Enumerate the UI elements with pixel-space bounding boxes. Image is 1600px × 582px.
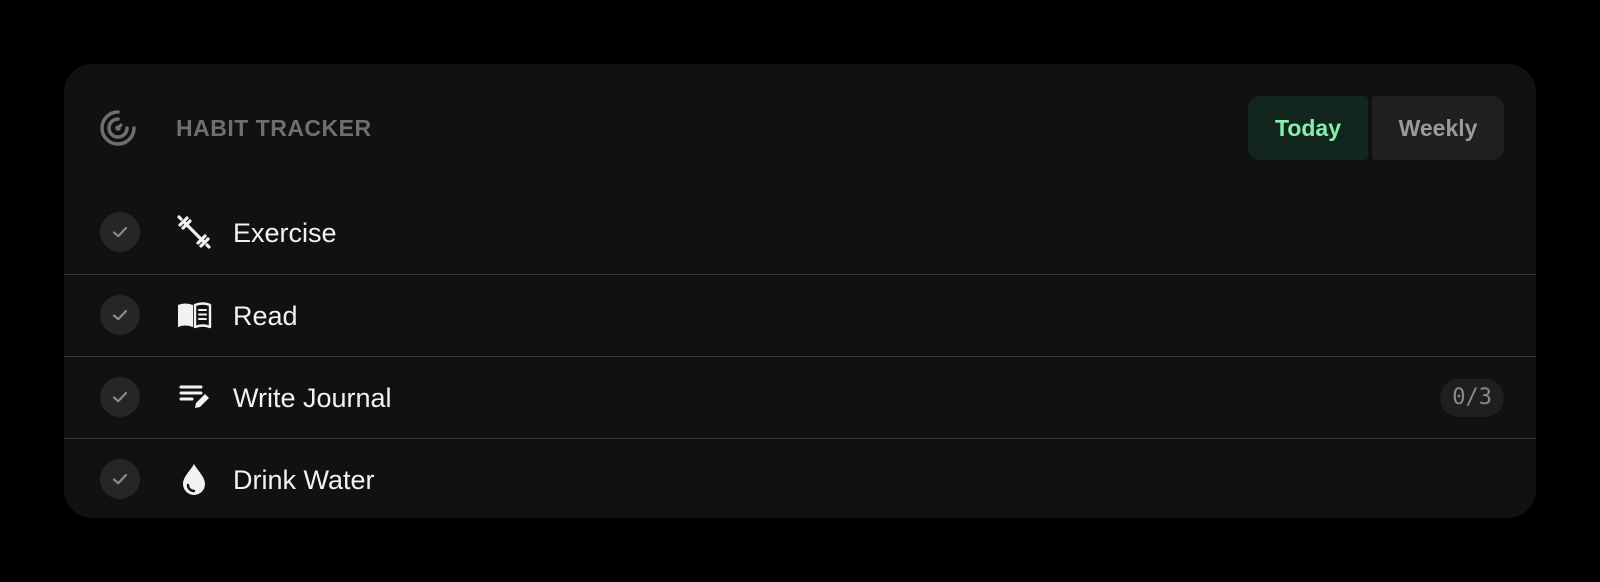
habit-row-exercise[interactable]: Exercise (64, 192, 1536, 274)
habit-label: Drink Water (233, 465, 375, 495)
check-icon (112, 473, 128, 485)
habit-check-button[interactable] (100, 212, 140, 252)
page-title: HABIT TRACKER (176, 115, 372, 141)
check-icon (112, 391, 128, 403)
tab-weekly[interactable]: Weekly (1372, 96, 1504, 160)
habit-label: Read (233, 301, 298, 331)
check-icon (112, 226, 128, 238)
card-header: HABIT TRACKER Today Weekly (64, 64, 1536, 192)
journal-pen-icon (179, 385, 209, 408)
habit-tracker-card: HABIT TRACKER Today Weekly Exercise Read… (64, 64, 1536, 518)
habit-row-write-journal[interactable]: Write Journal 0/3 (64, 356, 1536, 438)
view-toggle: Today Weekly (1248, 96, 1504, 160)
habit-check-button[interactable] (100, 459, 140, 499)
habit-label: Exercise (233, 218, 337, 248)
habit-check-button[interactable] (100, 295, 140, 335)
progress-count-badge: 0/3 (1440, 379, 1504, 417)
habit-list: Exercise Read Write Journal 0/3 Drink Wa… (64, 192, 1536, 520)
habit-label: Write Journal (233, 383, 392, 413)
check-icon (112, 309, 128, 321)
habit-row-read[interactable]: Read (64, 274, 1536, 356)
habit-check-button[interactable] (100, 377, 140, 417)
tab-today[interactable]: Today (1248, 96, 1368, 160)
book-icon (178, 302, 212, 329)
target-icon (100, 110, 136, 146)
water-drop-icon (183, 464, 205, 495)
habit-row-drink-water[interactable]: Drink Water (64, 438, 1536, 520)
dumbbell-icon (177, 215, 211, 249)
